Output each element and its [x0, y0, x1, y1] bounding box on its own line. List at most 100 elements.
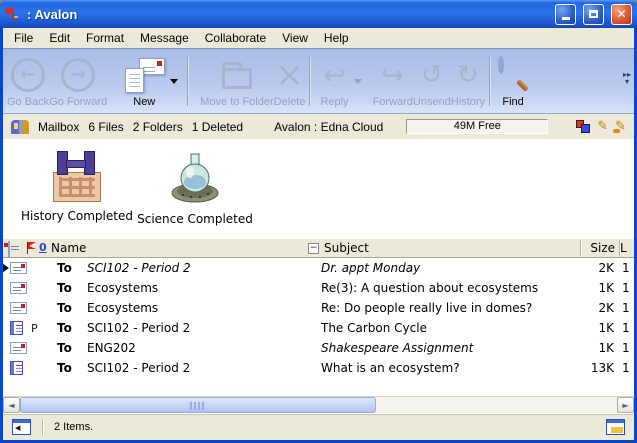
folder-info-bar: Mailbox 6 Files 2 Folders 1 Deleted Aval…: [3, 113, 634, 139]
reply-arrow-icon: [323, 62, 346, 89]
column-header-name[interactable]: Name: [51, 241, 86, 255]
maximize-button[interactable]: [583, 4, 604, 25]
row-subject: Shakespeare Assignment: [321, 341, 576, 355]
menu-edit[interactable]: Edit: [41, 29, 78, 47]
row-name: Ecosystems: [81, 301, 321, 315]
message-row[interactable]: To SCI102 - Period 2 Dr. appt Monday 2K …: [3, 258, 634, 278]
attachment-column-icon[interactable]: 0: [39, 241, 47, 254]
close-button[interactable]: [611, 4, 632, 25]
row-name: SCI102 - Period 2: [81, 361, 321, 375]
history-label: History: [451, 96, 485, 108]
collapse-pane-icon[interactable]: [12, 419, 31, 435]
find-label: Find: [502, 96, 523, 108]
folder-name: Mailbox: [38, 120, 79, 134]
folder-icon: [222, 68, 252, 89]
envelope-icon: [10, 342, 27, 354]
signature-pen-icon[interactable]: [615, 119, 626, 134]
go-forward-button[interactable]: Go Forward: [49, 52, 107, 111]
menu-bar: File Edit Format Message Collaborate Vie…: [3, 28, 634, 48]
window-title: : Avalon: [27, 7, 548, 22]
scroll-right-arrow-icon[interactable]: [617, 397, 634, 413]
menu-message[interactable]: Message: [132, 29, 197, 47]
row-to: To: [47, 301, 81, 315]
new-message-button[interactable]: New: [123, 52, 165, 111]
toolbar-overflow-chevron-icon[interactable]: [623, 71, 631, 85]
scroll-left-arrow-icon[interactable]: [3, 397, 20, 413]
message-row[interactable]: To Ecosystems Re: Do people really live …: [3, 298, 634, 318]
horizontal-scrollbar[interactable]: [3, 396, 634, 413]
message-list-header: 0 Name Subject Size L: [3, 238, 634, 258]
row-subject: The Carbon Cycle: [321, 321, 576, 335]
folder-item-history-completed[interactable]: History Completed: [15, 151, 139, 223]
row-name: SCI102 - Period 2: [81, 261, 321, 275]
message-row[interactable]: P To SCI102 - Period 2 The Carbon Cycle …: [3, 318, 634, 338]
row-name: SCI102 - Period 2: [81, 321, 321, 335]
envelope-icon: [10, 262, 27, 274]
row-flag: P: [31, 322, 47, 335]
collapse-box-icon[interactable]: [308, 243, 319, 254]
free-space-gauge: 49M Free: [406, 119, 548, 134]
account-name: Avalon : Edna Cloud: [274, 120, 383, 134]
forward-message-icon: [381, 62, 404, 89]
row-size: 13K: [576, 361, 622, 375]
row-date: 1: [622, 281, 634, 295]
scrollbar-thumb[interactable]: [20, 397, 376, 413]
minimize-icon: [562, 17, 570, 20]
menu-help[interactable]: Help: [316, 29, 357, 47]
reply-label: Reply: [320, 96, 348, 108]
row-subject: What is an ecosystem?: [321, 361, 576, 375]
delete-button[interactable]: Delete: [274, 52, 306, 111]
status-divider: [42, 419, 43, 435]
menu-format[interactable]: Format: [78, 29, 132, 47]
menu-view[interactable]: View: [274, 29, 316, 47]
row-size: 1K: [576, 321, 622, 335]
row-subject: Re(3): A question about ecosystems: [321, 281, 576, 295]
file-count: 6 Files: [88, 120, 123, 134]
toolbar-separator: [309, 57, 310, 106]
close-icon: [616, 7, 626, 21]
forward-button[interactable]: Forward: [373, 52, 413, 111]
new-dropdown-arrow-icon[interactable]: [170, 79, 178, 84]
menu-file[interactable]: File: [6, 29, 41, 47]
row-to: To: [47, 361, 81, 375]
notebook-icon: [10, 361, 23, 375]
message-row[interactable]: To ENG202 Shakespeare Assignment 1K 1: [3, 338, 634, 358]
envelope-icon: [10, 302, 27, 314]
window-content: File Edit Format Message Collaborate Vie…: [3, 28, 634, 440]
folder-item-label: History Completed: [21, 209, 133, 223]
history-button[interactable]: History: [451, 52, 485, 111]
move-to-folder-button[interactable]: Move to Folder: [200, 52, 273, 111]
go-back-button[interactable]: Go Back: [7, 52, 49, 111]
folder-item-label: Science Completed: [137, 212, 253, 226]
column-header-last-modified[interactable]: L: [620, 241, 630, 255]
row-name: ENG202: [81, 341, 321, 355]
unsend-button[interactable]: Unsend: [413, 52, 451, 111]
flag-column-icon[interactable]: [27, 242, 36, 254]
science-flask-icon: [167, 151, 223, 206]
reply-button[interactable]: Reply: [320, 52, 348, 111]
find-button[interactable]: Find: [498, 52, 528, 111]
history-building-icon: [48, 151, 106, 203]
row-name: Ecosystems: [81, 281, 321, 295]
envelope-icon: [10, 282, 27, 294]
message-type-column-icon[interactable]: [8, 241, 10, 257]
folder-item-science-completed[interactable]: Science Completed: [133, 151, 257, 226]
column-header-size[interactable]: Size: [575, 241, 615, 255]
column-header-subject[interactable]: Subject: [324, 241, 369, 255]
forward-label: Forward: [373, 96, 413, 108]
split-view-icon[interactable]: [606, 419, 625, 435]
unsend-label: Unsend: [413, 96, 451, 108]
message-row[interactable]: To Ecosystems Re(3): A question about ec…: [3, 278, 634, 298]
message-row[interactable]: To SCI102 - Period 2 What is an ecosyste…: [3, 358, 634, 378]
menu-collaborate[interactable]: Collaborate: [197, 29, 274, 47]
row-date: 1: [622, 301, 634, 315]
row-to: To: [47, 261, 81, 275]
title-bar[interactable]: : Avalon: [0, 0, 637, 28]
layers-icon[interactable]: [576, 120, 590, 133]
minimize-button[interactable]: [555, 4, 576, 25]
pencil-icon[interactable]: [597, 119, 608, 134]
status-bar: 2 Items.: [3, 413, 634, 440]
folder-icon-pane: History Completed Science Complete: [3, 139, 634, 238]
reply-dropdown-arrow-icon[interactable]: [354, 79, 362, 84]
current-row-pointer-icon: [3, 263, 9, 273]
